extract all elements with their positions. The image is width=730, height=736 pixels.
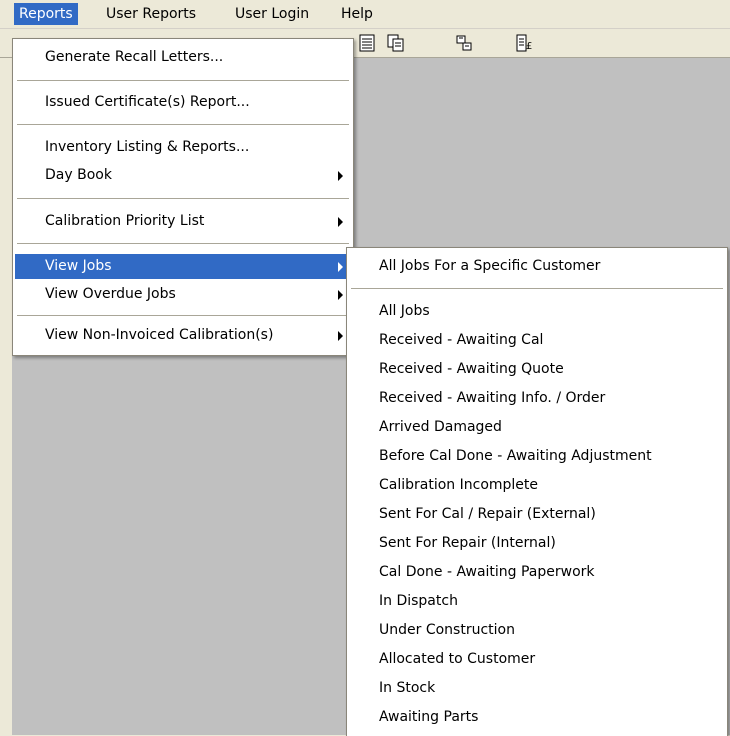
submenu-arrow-icon [338, 171, 343, 181]
menu-separator [17, 243, 349, 245]
submenu-item[interactable]: In Stock [349, 676, 725, 701]
menu-bar: Reports User Reports User Login Help [0, 0, 730, 29]
submenu-item[interactable]: Cal Done - Awaiting Paperwork [349, 560, 725, 585]
submenu-item[interactable]: Sent For Cal / Repair (External) [349, 502, 725, 527]
menu-item-label: View Jobs [45, 258, 112, 274]
menu-item-day-book[interactable]: Day Book [15, 163, 351, 188]
menu-item-label: View Non-Invoiced Calibration(s) [45, 327, 274, 343]
view-jobs-submenu: All Jobs For a Specific Customer All Job… [346, 247, 728, 736]
network-icon[interactable] [453, 32, 475, 54]
menu-separator [17, 315, 349, 317]
menu-separator [17, 198, 349, 200]
submenu-item[interactable]: All Jobs [349, 299, 725, 324]
submenu-item[interactable]: Calibration Incomplete [349, 473, 725, 498]
menu-item-view-jobs[interactable]: View Jobs [15, 254, 351, 279]
menu-separator [17, 80, 349, 82]
menu-item-label: View Overdue Jobs [45, 286, 176, 302]
menu-separator [17, 124, 349, 126]
reports-menu: Generate Recall Letters... Issued Certif… [12, 38, 354, 356]
menu-item-label: Calibration Priority List [45, 213, 205, 229]
document-copy-icon[interactable] [385, 32, 407, 54]
menu-help[interactable]: Help [336, 3, 378, 25]
menu-item-generate-recall-letters[interactable]: Generate Recall Letters... [15, 45, 351, 70]
document-currency-icon[interactable]: £ [514, 32, 536, 54]
submenu-item[interactable]: Received - Awaiting Info. / Order [349, 386, 725, 411]
submenu-item[interactable]: Received - Awaiting Cal [349, 328, 725, 353]
submenu-arrow-icon [338, 290, 343, 300]
submenu-arrow-icon [338, 262, 343, 272]
submenu-arrow-icon [338, 217, 343, 227]
menu-item-view-overdue-jobs[interactable]: View Overdue Jobs [15, 282, 351, 307]
menu-item-issued-certificates-report[interactable]: Issued Certificate(s) Report... [15, 90, 351, 115]
menu-item-inventory-listing[interactable]: Inventory Listing & Reports... [15, 135, 351, 160]
menu-user-reports[interactable]: User Reports [101, 3, 201, 25]
window-left-edge [0, 58, 12, 735]
menu-reports[interactable]: Reports [14, 3, 78, 25]
submenu-item[interactable]: Sent For Repair (Internal) [349, 531, 725, 556]
submenu-item[interactable]: Awaiting Parts [349, 705, 725, 730]
svg-text:£: £ [526, 41, 532, 52]
submenu-item[interactable]: Arrived Damaged [349, 415, 725, 440]
submenu-item[interactable]: Before Cal Done - Awaiting Adjustment [349, 444, 725, 469]
menu-item-calibration-priority-list[interactable]: Calibration Priority List [15, 209, 351, 234]
submenu-item[interactable]: Received - Awaiting Quote [349, 357, 725, 382]
submenu-item[interactable]: All Jobs For a Specific Customer [349, 254, 725, 279]
menu-item-label: Day Book [45, 167, 112, 183]
submenu-arrow-icon [338, 331, 343, 341]
submenu-item[interactable]: In Dispatch [349, 589, 725, 614]
submenu-item[interactable]: Under Construction [349, 618, 725, 643]
menu-item-view-non-invoiced-calibrations[interactable]: View Non-Invoiced Calibration(s) [15, 323, 351, 348]
document-list-icon[interactable] [356, 32, 378, 54]
submenu-item[interactable]: Allocated to Customer [349, 647, 725, 672]
menu-separator [351, 288, 723, 290]
menu-user-login[interactable]: User Login [230, 3, 314, 25]
